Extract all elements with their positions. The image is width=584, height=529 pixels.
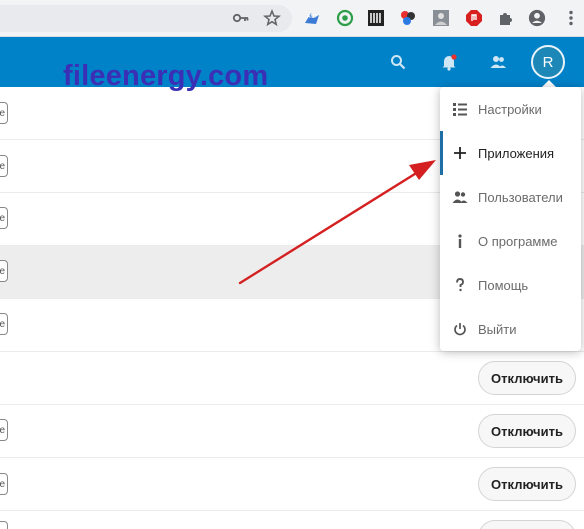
- avatar[interactable]: R: [531, 45, 565, 79]
- row-action-edge[interactable]: e: [0, 521, 8, 529]
- page: AMP R e e e e e Отключить e Отключить e …: [0, 0, 584, 529]
- bell-icon[interactable]: [437, 50, 461, 74]
- menu-item-apps[interactable]: Приложения: [440, 131, 581, 175]
- row-action-edge-label: e: [0, 212, 5, 224]
- more-icon[interactable]: [562, 9, 580, 27]
- disable-button-label: Отключить: [491, 476, 563, 492]
- watermark-text: fileenergy.com: [63, 60, 269, 92]
- disable-button[interactable]: Отключить: [478, 520, 576, 529]
- contacts-icon[interactable]: [486, 50, 510, 74]
- menu-item-users[interactable]: Пользователи: [440, 175, 581, 219]
- settings-list-icon: [452, 101, 468, 117]
- row-action-edge-label: e: [0, 265, 5, 277]
- help-icon: [452, 277, 468, 293]
- extension-columns-icon[interactable]: [367, 9, 385, 27]
- row-action-edge[interactable]: e: [0, 260, 8, 282]
- menu-item-label: О программе: [478, 233, 558, 249]
- search-icon[interactable]: [386, 50, 410, 74]
- disable-button[interactable]: Отключить: [478, 361, 576, 395]
- plus-icon: [452, 145, 468, 161]
- table-row: e Отключить: [0, 511, 584, 529]
- menu-item-help[interactable]: Помощь: [440, 263, 581, 307]
- logout-icon: [452, 321, 468, 337]
- account-icon[interactable]: [528, 9, 546, 27]
- disable-button[interactable]: Отключить: [478, 414, 576, 448]
- disable-button[interactable]: Отключить: [478, 467, 576, 501]
- table-row: e Отключить: [0, 405, 584, 458]
- row-action-edge[interactable]: e: [0, 419, 8, 441]
- extension-flag-icon[interactable]: AMP: [303, 9, 321, 27]
- menu-item-label: Настройки: [478, 101, 542, 117]
- menu-item-label: Помощь: [478, 277, 529, 293]
- table-row: e Отключить: [0, 458, 584, 511]
- row-action-edge-label: e: [0, 478, 5, 490]
- menu-item-about[interactable]: О программе: [440, 219, 581, 263]
- row-action-edge[interactable]: e: [0, 155, 8, 177]
- browser-toolbar: AMP: [0, 0, 584, 37]
- menu-item-logout[interactable]: Выйти: [440, 307, 581, 351]
- row-action-edge[interactable]: e: [0, 313, 8, 335]
- info-icon: [452, 233, 468, 249]
- menu-item-label: Выйти: [478, 321, 517, 337]
- extension-ring-icon[interactable]: [336, 9, 354, 27]
- row-action-edge-label: e: [0, 160, 5, 172]
- settings-menu: Настройки Приложения Пользователи О прог…: [440, 87, 581, 351]
- disable-button-label: Отключить: [491, 423, 563, 439]
- table-row: Отключить: [0, 352, 584, 405]
- key-icon[interactable]: [232, 9, 250, 27]
- row-action-edge[interactable]: e: [0, 473, 8, 495]
- star-icon[interactable]: [263, 9, 281, 27]
- extension-dots-icon[interactable]: [399, 9, 417, 27]
- row-action-edge-label: e: [0, 107, 5, 119]
- row-action-edge-label: e: [0, 424, 5, 436]
- row-action-edge-label: e: [0, 318, 5, 330]
- menu-item-label: Пользователи: [478, 189, 563, 205]
- svg-text:AMP: AMP: [307, 14, 319, 20]
- puzzle-icon[interactable]: [497, 9, 515, 27]
- row-action-edge[interactable]: e: [0, 207, 8, 229]
- extension-stop-icon[interactable]: [465, 9, 483, 27]
- avatar-initial: R: [542, 53, 554, 71]
- disable-button-label: Отключить: [491, 370, 563, 386]
- menu-item-label: Приложения: [478, 145, 555, 161]
- users-icon: [452, 189, 468, 205]
- menu-item-settings[interactable]: Настройки: [440, 87, 581, 131]
- row-action-edge[interactable]: e: [0, 102, 8, 124]
- extension-photo-icon[interactable]: [432, 9, 450, 27]
